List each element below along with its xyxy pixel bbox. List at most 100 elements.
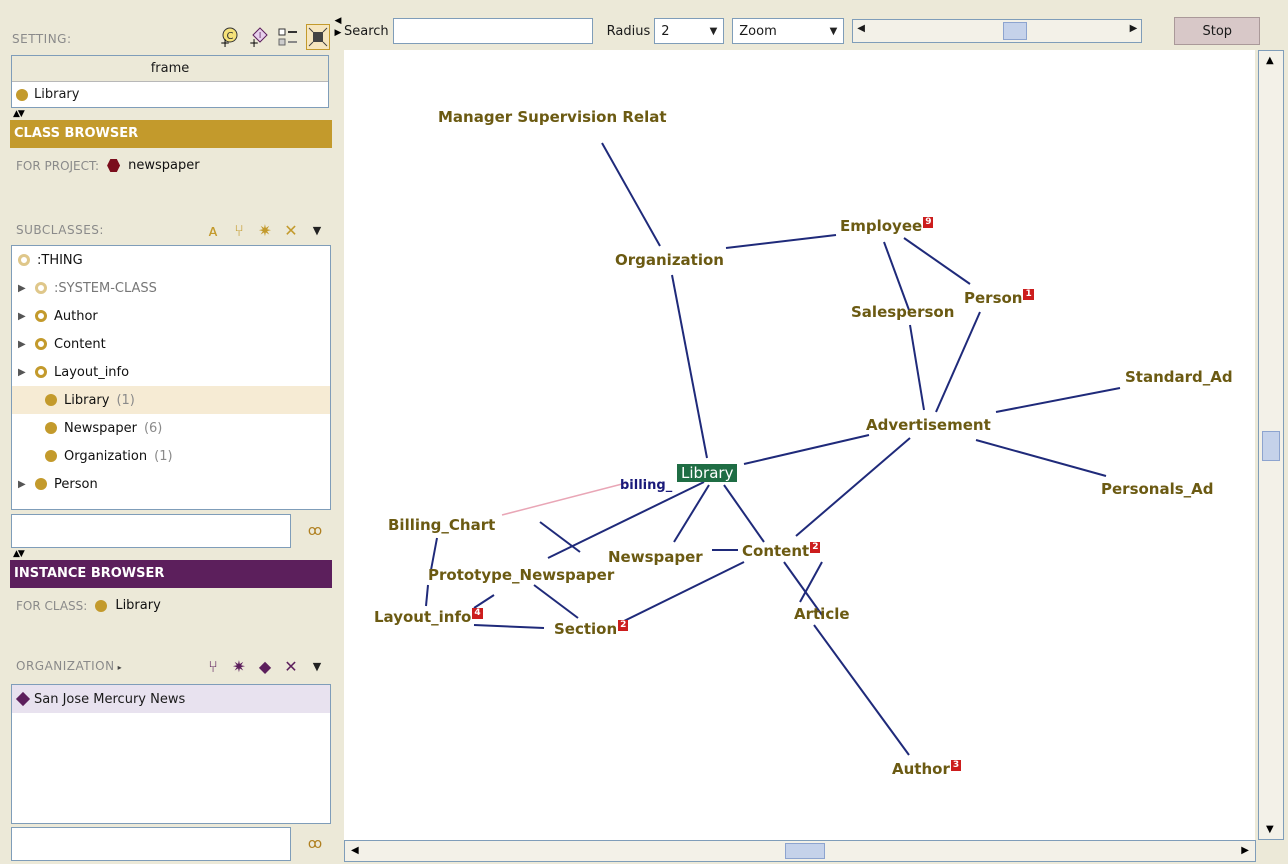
tree-row-organization[interactable]: Organization (1) (12, 442, 330, 470)
expand-icon[interactable]: ✷ (226, 657, 252, 676)
menu-dropdown-icon[interactable]: ▼ (304, 660, 330, 673)
graph-node-manager-supervision[interactable]: Manager Supervision Relat (438, 108, 667, 126)
scroll-left-icon[interactable]: ◀ (351, 845, 359, 856)
graph-node-newspaper[interactable]: Newspaper (608, 548, 703, 566)
scrollbar-thumb[interactable] (785, 843, 825, 859)
project-icon (107, 159, 121, 172)
edge (799, 561, 823, 603)
class-icon (45, 394, 57, 406)
tree-row-thing[interactable]: :THING (12, 246, 330, 274)
class-icon (35, 338, 47, 350)
zoom-select[interactable]: Zoom ▼ (732, 18, 845, 44)
horizontal-scrollbar[interactable]: ◀ ▶ (344, 840, 1256, 862)
scroll-down-icon[interactable]: ▼ (1266, 824, 1274, 835)
frame-row-library[interactable]: Library (12, 82, 328, 108)
graph-node-personals-ad[interactable]: Personals_Ad (1101, 480, 1214, 498)
collapse-icon[interactable] (306, 24, 330, 50)
svg-text:+: + (249, 36, 259, 48)
graph-node-content[interactable]: Content 2 (742, 542, 821, 560)
graph-node-standard-ad[interactable]: Standard_Ad (1125, 368, 1233, 386)
class-icon (45, 450, 57, 462)
zoom-slider[interactable]: ◀ ▶ (852, 19, 1143, 43)
binoculars-icon[interactable]: ꝏ (300, 829, 330, 859)
scroll-up-icon[interactable]: ▲ (1266, 55, 1274, 66)
scroll-right-icon[interactable]: ▶ (1241, 845, 1249, 856)
instance-search-input[interactable] (11, 827, 291, 861)
split-handle-icon[interactable]: ▲▼ (13, 109, 25, 119)
edge (995, 387, 1121, 413)
create-instance-icon[interactable]: ⑂ (200, 657, 226, 676)
delete-class-icon[interactable]: ✕ (278, 221, 304, 240)
edge (813, 624, 910, 756)
tree-row-label: :SYSTEM-CLASS (54, 280, 157, 296)
class-icon (35, 282, 47, 294)
expand-arrow-icon[interactable]: ▶ (18, 283, 28, 294)
binoculars-icon[interactable]: ꝏ (300, 516, 330, 546)
class-icon (45, 422, 57, 434)
graph-canvas[interactable]: Manager Supervision Relat Organization E… (344, 50, 1255, 840)
tree-row-person[interactable]: ▶ Person (12, 470, 330, 498)
left-panel: SETTING: C + I + frame Library ▲▼ CLASS BR… (0, 0, 340, 864)
frame-column-header[interactable]: frame (12, 56, 328, 82)
graph-node-library[interactable]: Library (677, 464, 738, 482)
vertical-scrollbar[interactable]: ▲ ▼ (1258, 50, 1284, 840)
scroll-left-icon[interactable]: ◀ (857, 23, 865, 34)
expand-arrow-icon[interactable]: ▶ (18, 311, 28, 322)
tree-row-label: Person (54, 476, 98, 492)
create-subclass-icon[interactable]: ⑂ (226, 221, 252, 240)
graph-node-section[interactable]: Section 2 (554, 620, 629, 638)
radius-select[interactable]: 2 ▼ (654, 18, 725, 44)
instance-count-badge: 2 (810, 542, 821, 553)
scrollbar-thumb[interactable] (1262, 431, 1280, 461)
graph-node-salesperson[interactable]: Salesperson (851, 303, 954, 321)
tree-row-label: :THING (37, 252, 83, 268)
instance-count-badge: 4 (472, 608, 483, 619)
class-search-input[interactable] (11, 514, 291, 548)
class-icon (95, 599, 108, 612)
menu-dropdown-icon[interactable]: ▼ (304, 224, 330, 237)
class-icon (35, 310, 47, 322)
expand-arrow-icon[interactable]: ▶ (18, 339, 28, 350)
search-input[interactable] (392, 18, 593, 44)
project-name: newspaper (128, 158, 200, 173)
zoom-value: Zoom (739, 23, 777, 39)
tree-row-system-class[interactable]: ▶ :SYSTEM-CLASS (12, 274, 330, 302)
class-icon (35, 478, 47, 490)
graph-node-article[interactable]: Article (794, 605, 850, 623)
expand-arrow-icon[interactable]: ▶ (18, 479, 28, 490)
graph-node-billing-chart[interactable]: Billing_Chart (388, 516, 495, 534)
create-instance-icon[interactable]: I + (246, 24, 270, 50)
tree-row-author[interactable]: ▶ Author (12, 302, 330, 330)
radius-label: Radius (606, 23, 651, 39)
edge-slot-label: billing_ (620, 478, 673, 493)
graph-node-author[interactable]: Author 3 (892, 760, 962, 778)
scroll-right-icon[interactable]: ▶ (1130, 23, 1138, 34)
graph-node-prototype-newspaper[interactable]: Prototype_Newspaper (428, 566, 614, 584)
expand-arrow-icon[interactable]: ▶ (18, 367, 28, 378)
graph-node-person[interactable]: Person 1 (964, 289, 1034, 307)
instance-diamond-icon[interactable]: ◆ (252, 657, 278, 676)
edge (909, 324, 925, 411)
graph-node-organization[interactable]: Organization (615, 251, 724, 269)
checklist-icon[interactable] (276, 24, 300, 50)
delete-instance-icon[interactable]: ✕ (278, 657, 304, 676)
tree-row-newspaper[interactable]: Newspaper (6) (12, 414, 330, 442)
expand-icon[interactable]: ✷ (252, 221, 278, 240)
tree-row-content[interactable]: ▶ Content (12, 330, 330, 358)
instance-row[interactable]: San Jose Mercury News (12, 685, 330, 713)
tree-row-layout-info[interactable]: ▶ Layout_info (12, 358, 330, 386)
split-handle-icon[interactable]: ▲▼ (13, 549, 25, 559)
edge (723, 484, 765, 543)
tree-row-library[interactable]: Library (1) (12, 386, 330, 414)
slider-thumb[interactable] (1003, 22, 1028, 40)
graph-edges (425, 142, 1121, 756)
graph-node-advertisement[interactable]: Advertisement (866, 416, 991, 434)
graph-node-layout-info[interactable]: Layout_info 4 (374, 608, 483, 626)
panel-divider-handle[interactable]: ◀ ▶ (333, 15, 343, 55)
svg-text:I: I (259, 31, 261, 40)
stop-button[interactable]: Stop (1174, 17, 1261, 45)
create-class-icon[interactable]: C + (216, 24, 240, 50)
view-class-icon[interactable]: ᴀ (200, 221, 226, 240)
graph-node-employee[interactable]: Employee 9 (840, 217, 934, 235)
edge (935, 311, 981, 413)
